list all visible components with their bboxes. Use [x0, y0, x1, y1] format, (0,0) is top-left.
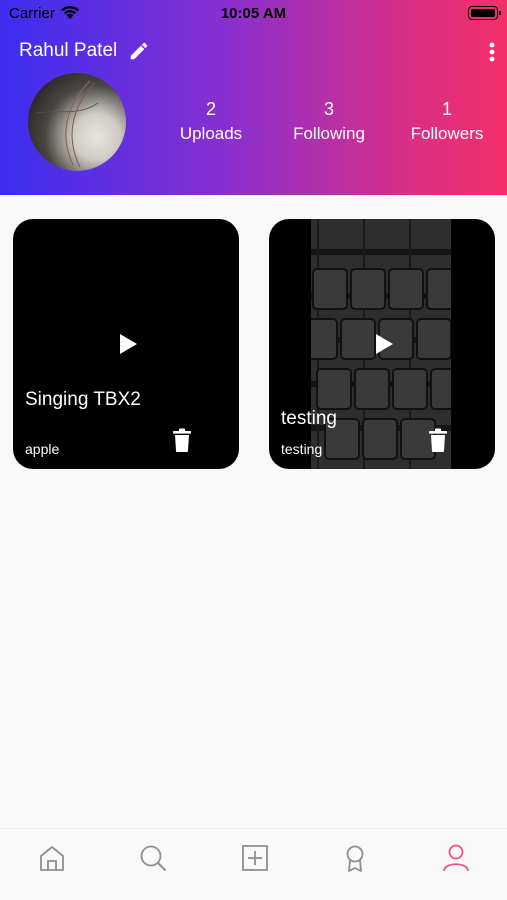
clock: 10:05 AM — [220, 5, 287, 22]
home-icon[interactable] — [37, 843, 67, 873]
stat-followers[interactable]: 1 Followers — [392, 97, 502, 147]
profile-name: Rahul Patel — [19, 40, 118, 61]
search-icon[interactable] — [138, 843, 168, 873]
play-icon[interactable] — [117, 332, 139, 356]
award-icon[interactable] — [340, 843, 370, 873]
video-title: testing — [281, 408, 337, 429]
stat-following[interactable]: 3 Following — [274, 97, 384, 147]
trash-icon[interactable] — [173, 428, 191, 452]
video-card[interactable]: Singing TBX2 apple — [13, 219, 239, 469]
play-icon[interactable] — [373, 332, 395, 356]
status-bar: Carrier 10:05 AM — [0, 0, 507, 28]
add-icon[interactable] — [240, 843, 270, 873]
video-subtitle: testing — [281, 441, 323, 457]
uploads-count: 2 — [205, 99, 216, 119]
profile-icon[interactable] — [441, 843, 471, 873]
profile-header: Carrier 10:05 AM Rahul Patel 2 Uploads 3… — [0, 0, 507, 195]
more-options-icon[interactable] — [484, 40, 500, 64]
followers-count: 1 — [441, 99, 452, 119]
tab-bar — [0, 828, 507, 900]
edit-pencil-icon[interactable] — [128, 40, 150, 62]
video-subtitle: apple — [25, 441, 60, 457]
stat-uploads[interactable]: 2 Uploads — [156, 97, 266, 147]
following-count: 3 — [323, 99, 334, 119]
battery-icon — [468, 6, 501, 20]
video-card[interactable]: testing testing — [269, 219, 495, 469]
trash-icon[interactable] — [429, 428, 447, 452]
uploads-label: Uploads — [179, 124, 243, 143]
followers-label: Followers — [410, 124, 484, 143]
avatar[interactable] — [28, 73, 126, 171]
following-label: Following — [293, 124, 365, 143]
video-title: Singing TBX2 — [25, 389, 141, 410]
